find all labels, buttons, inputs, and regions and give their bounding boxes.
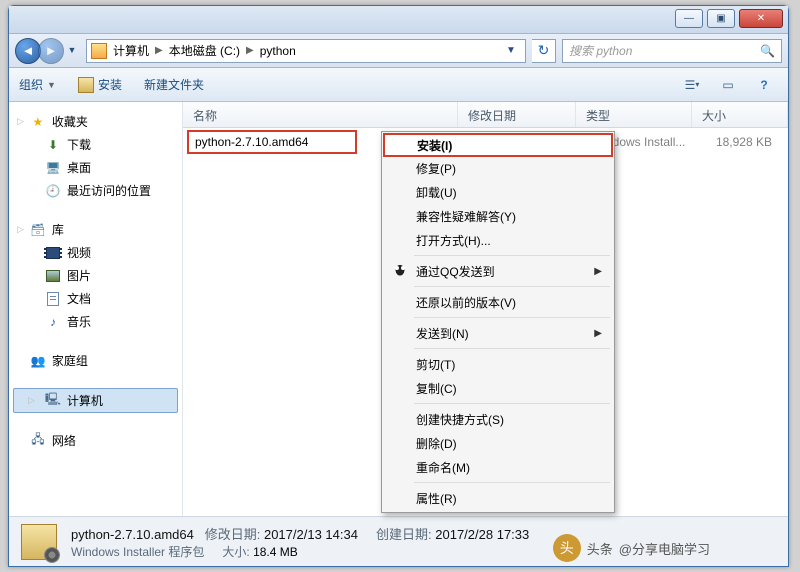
sidebar-network-header[interactable]: ▷🖧网络: [9, 429, 182, 452]
titlebar: — ▣ ✕: [9, 6, 788, 34]
ctx-uninstall[interactable]: 卸载(U): [384, 180, 612, 204]
sidebar-item-videos[interactable]: 视频: [9, 241, 182, 264]
ctx-restore[interactable]: 还原以前的版本(V): [384, 290, 612, 314]
close-button[interactable]: ✕: [739, 9, 783, 28]
minimize-button[interactable]: —: [675, 9, 703, 28]
status-modified-value: 2017/2/13 14:34: [264, 527, 358, 542]
qq-icon: [392, 263, 408, 279]
file-name: python-2.7.10.amd64: [195, 135, 308, 149]
status-filename: python-2.7.10.amd64: [71, 527, 194, 542]
ctx-repair[interactable]: 修复(P): [384, 156, 612, 180]
address-bar: ◄ ► ▼ 计算机▶ 本地磁盘 (C:)▶ python ▼ ↻ 搜索 pyth…: [9, 34, 788, 68]
library-icon: 🗃: [30, 222, 46, 238]
sidebar-item-desktop[interactable]: 🖥桌面: [9, 156, 182, 179]
toolbar: 组织 ▼ 安装 新建文件夹 ☰ ▾ ▭ ?: [9, 68, 788, 102]
desktop-icon: 🖥: [45, 160, 61, 176]
separator: [414, 286, 610, 287]
ctx-qqsend[interactable]: 通过QQ发送到▶: [384, 259, 612, 283]
separator: [414, 482, 610, 483]
watermark-handle: @分享电脑学习: [619, 539, 710, 558]
watermark-prefix: 头条: [587, 539, 613, 558]
sidebar-item-computer[interactable]: ▷🖳计算机: [13, 388, 178, 413]
ctx-rename[interactable]: 重命名(M): [384, 455, 612, 479]
status-created-label: 创建日期:: [376, 527, 432, 542]
ctx-compat[interactable]: 兼容性疑难解答(Y): [384, 204, 612, 228]
status-filetype: Windows Installer 程序包: [71, 543, 204, 560]
recent-icon: 🕘: [45, 183, 61, 199]
search-input[interactable]: 搜索 python 🔍: [562, 39, 782, 63]
search-icon: 🔍: [760, 44, 775, 58]
ctx-openwith[interactable]: 打开方式(H)...: [384, 228, 612, 252]
separator: [414, 255, 610, 256]
ctx-delete[interactable]: 删除(D): [384, 431, 612, 455]
column-headers: 名称 修改日期 类型 大小: [183, 102, 788, 128]
music-icon: ♪: [45, 314, 61, 330]
sidebar: ▷★收藏夹 ⬇下载 🖥桌面 🕘最近访问的位置 ▷🗃库 视频 图片 文档 ♪音乐 …: [9, 102, 183, 516]
address-box[interactable]: 计算机▶ 本地磁盘 (C:)▶ python ▼: [86, 39, 526, 63]
sidebar-item-pictures[interactable]: 图片: [9, 264, 182, 287]
watermark: 头 头条 @分享电脑学习: [553, 534, 710, 562]
homegroup-icon: 👥: [30, 353, 46, 369]
file-size: 18,928 KB: [698, 135, 782, 149]
preview-pane-button[interactable]: ▭: [714, 74, 742, 96]
status-size-label: 大小:: [222, 545, 249, 559]
sidebar-item-documents[interactable]: 文档: [9, 287, 182, 310]
view-options-button[interactable]: ☰ ▾: [678, 74, 706, 96]
organize-button[interactable]: 组织 ▼: [19, 76, 56, 93]
star-icon: ★: [30, 114, 46, 130]
submenu-arrow-icon: ▶: [594, 266, 602, 277]
ctx-install[interactable]: 安装(I): [383, 133, 613, 157]
breadcrumb[interactable]: 本地磁盘 (C:): [169, 42, 240, 59]
col-type[interactable]: 类型: [576, 102, 692, 127]
install-button[interactable]: 安装: [78, 76, 122, 93]
sidebar-favorites-header[interactable]: ▷★收藏夹: [9, 110, 182, 133]
context-menu: 安装(I) 修复(P) 卸载(U) 兼容性疑难解答(Y) 打开方式(H)... …: [381, 131, 615, 513]
folder-icon: [91, 43, 107, 59]
submenu-arrow-icon: ▶: [594, 328, 602, 339]
nav-buttons: ◄ ► ▼: [15, 38, 80, 64]
ctx-properties[interactable]: 属性(R): [384, 486, 612, 510]
sidebar-item-music[interactable]: ♪音乐: [9, 310, 182, 333]
sidebar-item-downloads[interactable]: ⬇下载: [9, 133, 182, 156]
chevron-right-icon[interactable]: ▶: [149, 45, 169, 56]
window-controls: — ▣ ✕: [670, 6, 788, 33]
file-name-highlight[interactable]: python-2.7.10.amd64: [187, 130, 357, 154]
picture-icon: [46, 270, 60, 282]
ctx-shortcut[interactable]: 创建快捷方式(S): [384, 407, 612, 431]
installer-icon: [78, 77, 94, 93]
download-icon: ⬇: [45, 137, 61, 153]
sidebar-homegroup-header[interactable]: ▷👥家庭组: [9, 349, 182, 372]
avatar-icon: 头: [553, 534, 581, 562]
status-modified-label: 修改日期:: [205, 527, 261, 542]
address-dropdown[interactable]: ▼: [501, 41, 521, 61]
sidebar-libraries-header[interactable]: ▷🗃库: [9, 218, 182, 241]
computer-icon: 🖳: [45, 393, 61, 409]
breadcrumb[interactable]: 计算机: [113, 42, 149, 59]
separator: [414, 403, 610, 404]
breadcrumb[interactable]: python: [260, 44, 296, 58]
separator: [414, 317, 610, 318]
help-button[interactable]: ?: [750, 74, 778, 96]
status-size-value: 18.4 MB: [253, 545, 298, 559]
col-size[interactable]: 大小: [692, 102, 788, 127]
search-placeholder: 搜索 python: [569, 42, 632, 59]
document-icon: [47, 292, 59, 306]
status-created-value: 2017/2/28 17:33: [435, 527, 529, 542]
col-name[interactable]: 名称: [183, 102, 458, 127]
ctx-copy[interactable]: 复制(C): [384, 376, 612, 400]
separator: [414, 348, 610, 349]
network-icon: 🖧: [30, 433, 46, 449]
new-folder-button[interactable]: 新建文件夹: [144, 76, 204, 93]
nav-history-dropdown[interactable]: ▼: [64, 38, 80, 62]
installer-large-icon: [21, 524, 57, 560]
ctx-cut[interactable]: 剪切(T): [384, 352, 612, 376]
refresh-button[interactable]: ↻: [532, 39, 556, 63]
forward-button[interactable]: ►: [38, 38, 64, 64]
maximize-button[interactable]: ▣: [707, 9, 735, 28]
chevron-right-icon[interactable]: ▶: [240, 45, 260, 56]
col-modified[interactable]: 修改日期: [458, 102, 576, 127]
video-icon: [46, 247, 60, 259]
ctx-sendto[interactable]: 发送到(N)▶: [384, 321, 612, 345]
sidebar-item-recent[interactable]: 🕘最近访问的位置: [9, 179, 182, 202]
